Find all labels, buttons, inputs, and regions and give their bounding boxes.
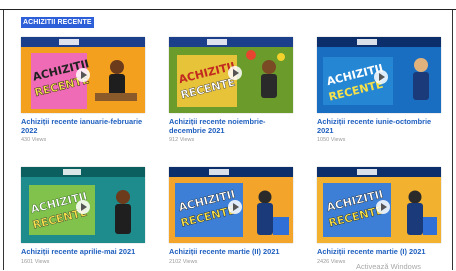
thumbnail-graphic: ACHIZITII RECENTE [169, 37, 293, 113]
video-thumbnail[interactable]: ACHIZITII RECENTE [21, 167, 145, 243]
thumbnail-graphic: ACHIZITII RECENTE [21, 37, 145, 113]
video-thumbnail[interactable]: ACHIZITII RECENTE [317, 37, 441, 113]
thumbnail-graphic: ACHIZITII RECENTE [317, 37, 441, 113]
top-window-border [0, 0, 456, 10]
video-views: 2426 Views [317, 259, 346, 265]
video-views: 912 Views [169, 137, 195, 143]
video-title[interactable]: Achiziții recente martie (I) 2021 [317, 247, 447, 257]
video-views: 1601 Views [21, 259, 50, 265]
video-thumbnail[interactable]: ACHIZITII RECENTE [169, 37, 293, 113]
video-views: 430 Views [21, 137, 47, 143]
video-title[interactable]: Achiziții recente iunie-octombrie 2021 [317, 117, 447, 135]
thumbnail-graphic: ACHIZITII RECENTE [317, 167, 441, 243]
video-thumbnail[interactable]: ACHIZITII RECENTE [317, 167, 441, 243]
video-thumbnail[interactable]: ACHIZITII RECENTE [21, 37, 145, 113]
video-views: 2102 Views [169, 259, 198, 265]
section-title: ACHIZITII RECENTE [21, 17, 94, 28]
video-views: 1050 Views [317, 137, 346, 143]
video-title[interactable]: Achiziții recente aprilie-mai 2021 [21, 247, 151, 257]
thumbnail-graphic: ACHIZITII RECENTE [169, 167, 293, 243]
thumbnail-graphic: ACHIZITII RECENTE [21, 167, 145, 243]
video-title[interactable]: Achiziții recente noiembrie-decembrie 20… [169, 117, 299, 135]
video-title[interactable]: Achiziții recente ianuarie-februarie 202… [21, 117, 151, 135]
video-title[interactable]: Achiziții recente martie (II) 2021 [169, 247, 299, 257]
video-thumbnail[interactable]: ACHIZITII RECENTE [169, 167, 293, 243]
